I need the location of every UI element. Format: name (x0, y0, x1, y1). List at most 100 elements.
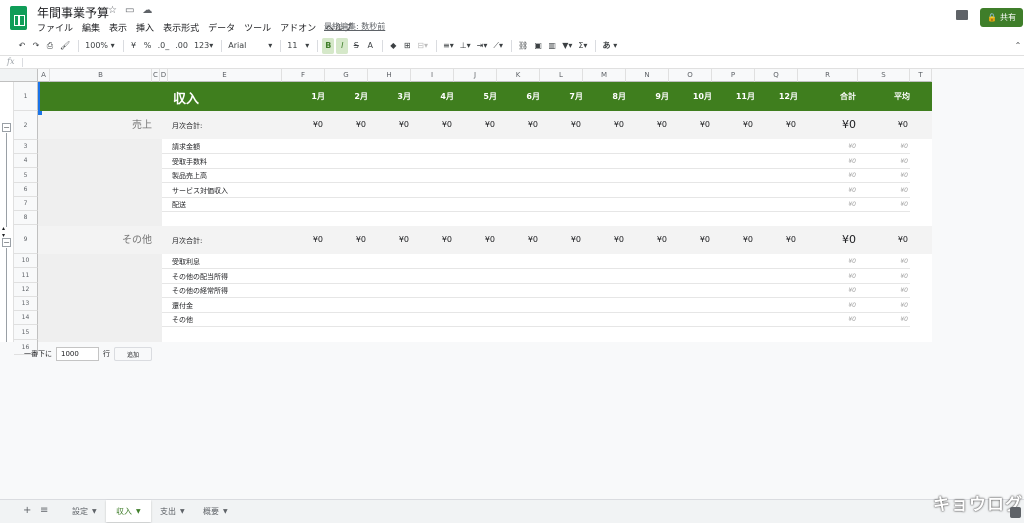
subtotal-value[interactable]: ¥0 (670, 120, 710, 129)
group-move-icon[interactable]: ▴ ▾ (2, 225, 5, 239)
column-header-o[interactable]: O (669, 69, 712, 82)
column-header-i[interactable]: I (411, 69, 454, 82)
explore-icon[interactable] (1010, 507, 1021, 518)
line-item-total[interactable]: ¥0 (804, 258, 856, 265)
share-button[interactable]: 🔒 共有 (980, 8, 1023, 27)
sheet-tab-4[interactable]: 概要 ▼ (193, 500, 238, 522)
line-item-total[interactable]: ¥0 (804, 287, 856, 294)
row-header-12[interactable]: 12 (14, 283, 38, 297)
subtotal-value[interactable]: ¥0 (412, 120, 452, 129)
percent-format-button[interactable]: % (142, 38, 154, 54)
row-header-10[interactable]: 10 (14, 254, 38, 268)
column-header-q[interactable]: Q (755, 69, 798, 82)
column-header-d[interactable]: D (160, 69, 168, 82)
subtotal-value[interactable]: ¥0 (369, 235, 409, 244)
subtotal-average[interactable]: ¥0 (858, 120, 908, 129)
menu-addons[interactable]: アドオン (280, 21, 316, 34)
line-item-label[interactable]: その他の配当所得 (172, 272, 228, 282)
row-header-8[interactable]: 8 (14, 211, 38, 225)
sheet-tab-3[interactable]: 支出 ▼ (150, 500, 195, 522)
fill-color-icon[interactable]: ◆ (387, 38, 399, 54)
text-wrap-icon[interactable]: ⇥▾ (475, 38, 490, 54)
total-header[interactable]: 合計 (806, 91, 856, 102)
line-item-label[interactable]: 受取利息 (172, 257, 200, 267)
section-label[interactable]: その他 (38, 231, 152, 246)
column-header-g[interactable]: G (325, 69, 368, 82)
last-edit-link[interactable]: 最終編集: 数秒前 (324, 21, 385, 32)
column-header-l[interactable]: L (540, 69, 583, 82)
column-header-j[interactable]: J (454, 69, 497, 82)
subtotal-value[interactable]: ¥0 (584, 235, 624, 244)
chevron-down-icon[interactable]: ▼ (92, 508, 97, 515)
collapse-group-icon[interactable]: − (2, 238, 11, 247)
chevron-down-icon[interactable]: ▼ (223, 508, 228, 515)
vertical-align-icon[interactable]: ⊥▾ (458, 38, 473, 54)
line-item-average[interactable]: ¥0 (858, 316, 908, 323)
chevron-down-icon[interactable]: ▼ (180, 508, 185, 515)
month-header-6[interactable]: 6月 (500, 91, 540, 102)
star-icon[interactable]: ☆ (108, 5, 117, 16)
merge-cells-icon[interactable]: ⊟▾ (415, 38, 430, 54)
line-item-average[interactable]: ¥0 (858, 172, 908, 179)
italic-button[interactable]: I (336, 37, 349, 54)
subtotal-value[interactable]: ¥0 (756, 235, 796, 244)
month-header-5[interactable]: 5月 (457, 91, 497, 102)
menu-insert[interactable]: 挿入 (136, 21, 154, 34)
line-item-label[interactable]: 受取手数料 (172, 157, 207, 167)
subtotal-value[interactable]: ¥0 (283, 235, 323, 244)
bold-button[interactable]: B (322, 37, 335, 54)
row-header-1[interactable]: 1 (14, 82, 38, 111)
column-header-c[interactable]: C (152, 69, 160, 82)
menu-edit[interactable]: 編集 (82, 21, 100, 34)
month-header-2[interactable]: 2月 (328, 91, 368, 102)
selection-handle[interactable] (38, 111, 42, 115)
column-header-s[interactable]: S (858, 69, 910, 82)
line-item-total[interactable]: ¥0 (804, 316, 856, 323)
month-header-11[interactable]: 11月 (715, 91, 755, 102)
line-item-average[interactable]: ¥0 (858, 187, 908, 194)
line-item-label[interactable]: 配送 (172, 200, 186, 210)
folder-icon[interactable]: ▭ (125, 5, 134, 16)
line-item-total[interactable]: ¥0 (804, 158, 856, 165)
subtotal-value[interactable]: ¥0 (584, 120, 624, 129)
insert-link-icon[interactable]: ⛓ (516, 38, 530, 54)
increase-decimal-button[interactable]: .00 (173, 38, 190, 54)
font-select[interactable]: Arial ▾ (226, 38, 274, 54)
line-item-average[interactable]: ¥0 (858, 158, 908, 165)
add-rows-count-input[interactable] (56, 347, 99, 361)
menu-tools[interactable]: ツール (244, 21, 271, 34)
month-header-8[interactable]: 8月 (586, 91, 626, 102)
row-header-2[interactable]: 2 (14, 111, 38, 140)
column-header-r[interactable]: R (798, 69, 858, 82)
subtotal-total[interactable]: ¥0 (804, 233, 856, 246)
column-header-a[interactable]: A (38, 69, 50, 82)
line-item-average[interactable]: ¥0 (858, 143, 908, 150)
line-item-label[interactable]: その他の経常所得 (172, 286, 228, 296)
line-item-label[interactable]: 還付金 (172, 301, 193, 311)
paint-format-icon[interactable]: 🖌 (58, 38, 72, 54)
subtotal-value[interactable]: ¥0 (326, 120, 366, 129)
line-item-average[interactable]: ¥0 (858, 201, 908, 208)
menu-file[interactable]: ファイル (37, 21, 73, 34)
column-header-h[interactable]: H (368, 69, 411, 82)
more-formats-button[interactable]: 123 ▾ (192, 38, 215, 54)
sheet-grid[interactable]: ABCDEFGHIJKLMNOPQRST − ▴ ▾ − 1 2 3 4 5 6 7 8 9 10 1… (0, 69, 1024, 495)
row-header-7[interactable]: 7 (14, 197, 38, 211)
undo-icon[interactable]: ↶ (16, 38, 28, 54)
column-header-p[interactable]: P (712, 69, 755, 82)
subtotal-value[interactable]: ¥0 (541, 120, 581, 129)
row-header-6[interactable]: 6 (14, 183, 38, 197)
add-sheet-icon[interactable]: + (23, 505, 31, 516)
subtotal-value[interactable]: ¥0 (670, 235, 710, 244)
column-header-f[interactable]: F (282, 69, 325, 82)
borders-icon[interactable]: ⊞ (401, 38, 413, 54)
subtotal-value[interactable]: ¥0 (283, 120, 323, 129)
horizontal-align-icon[interactable]: ≡▾ (441, 38, 456, 54)
insert-comment-icon[interactable]: ▣ (532, 38, 544, 54)
month-header-4[interactable]: 4月 (414, 91, 454, 102)
all-sheets-icon[interactable]: ≡ (40, 505, 48, 516)
zoom-select[interactable]: 100% ▾ (83, 38, 116, 54)
menu-data[interactable]: データ (208, 21, 235, 34)
column-header-b[interactable]: B (50, 69, 152, 82)
column-header-e[interactable]: E (168, 69, 282, 82)
